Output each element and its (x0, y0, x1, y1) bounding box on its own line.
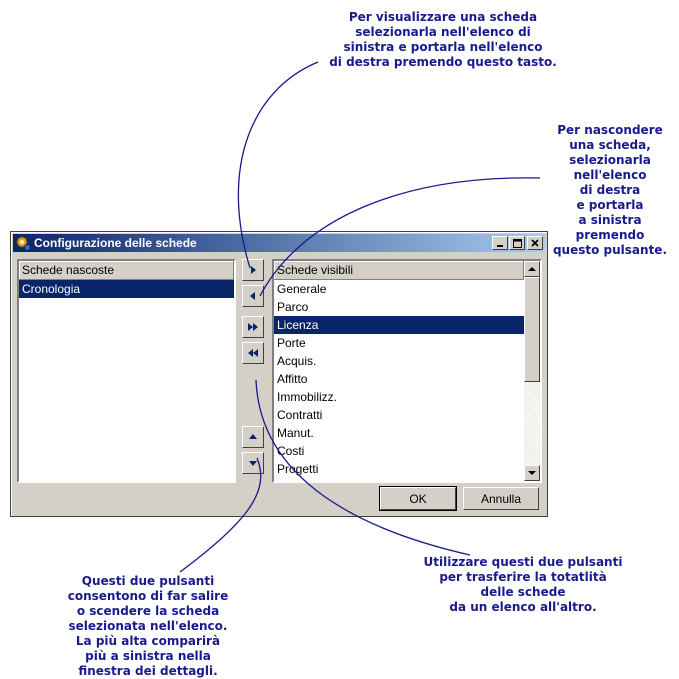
callout-connectors (179, 61, 541, 573)
